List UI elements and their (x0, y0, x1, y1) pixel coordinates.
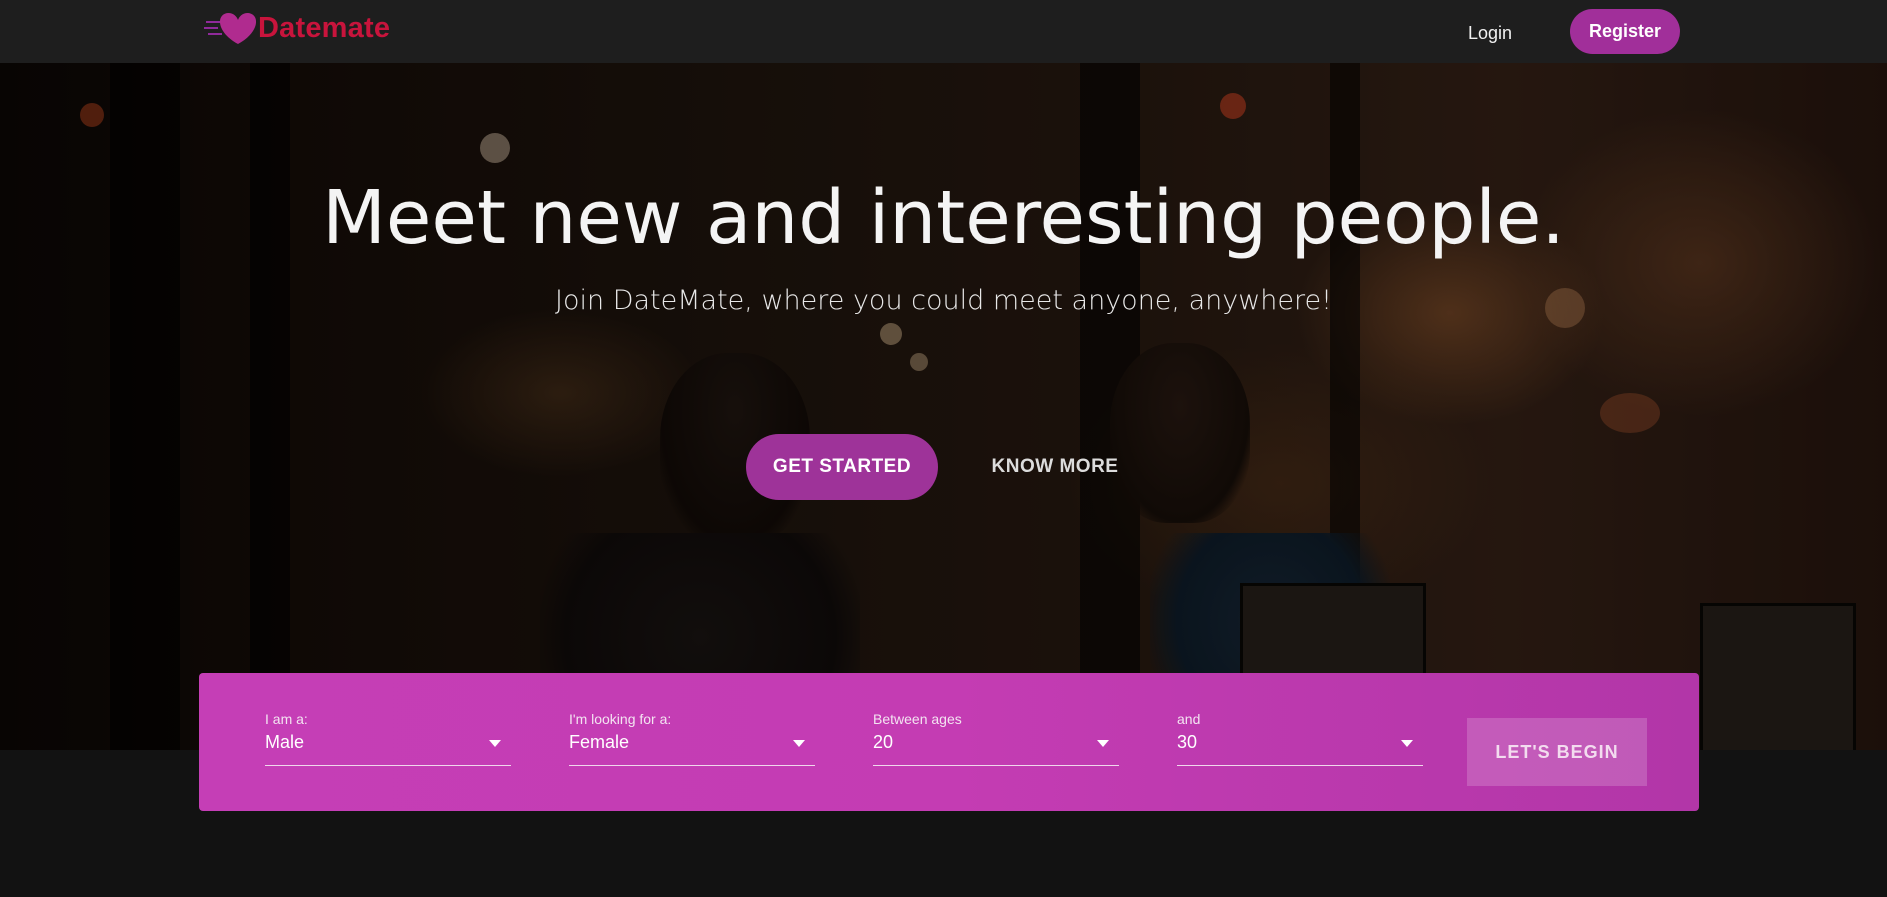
looking-for-value: Female (569, 732, 630, 752)
looking-for-select[interactable]: I'm looking for a: Female (569, 711, 815, 771)
hero-subtitle: Join DateMate, where you could meet anyo… (555, 285, 1332, 316)
hero-overlay (0, 63, 1887, 750)
iam-value: Male (265, 732, 305, 752)
hero-section: Meet new and interesting people. Join Da… (0, 63, 1887, 750)
know-more-button[interactable]: KNOW MORE (980, 434, 1130, 500)
navbar: Datemate Login Register (0, 0, 1887, 63)
age-min-value: 20 (873, 732, 894, 752)
search-panel: I am a: Male I'm looking for a: Female B… (199, 673, 1699, 811)
heart-icon (204, 8, 257, 48)
iam-label: I am a: (265, 711, 308, 727)
login-link[interactable]: Login (1455, 18, 1525, 48)
logo[interactable]: Datemate (204, 8, 390, 48)
field-underline (873, 765, 1119, 766)
get-started-button[interactable]: GET STARTED (746, 434, 938, 500)
chevron-down-icon (489, 740, 501, 747)
looking-for-label: I'm looking for a: (569, 711, 672, 727)
age-max-value: 30 (1177, 732, 1198, 752)
age-max-select[interactable]: and 30 (1177, 711, 1423, 771)
iam-select[interactable]: I am a: Male (265, 711, 511, 771)
field-underline (265, 765, 511, 766)
hero-title: Meet new and interesting people. (322, 175, 1565, 261)
chevron-down-icon (793, 740, 805, 747)
field-underline (569, 765, 815, 766)
age-max-label: and (1177, 711, 1201, 727)
chevron-down-icon (1097, 740, 1109, 747)
field-underline (1177, 765, 1423, 766)
register-button[interactable]: Register (1570, 9, 1680, 54)
logo-text: Datemate (258, 11, 391, 44)
chevron-down-icon (1401, 740, 1413, 747)
lets-begin-button[interactable]: LET'S BEGIN (1467, 718, 1647, 786)
age-min-label: Between ages (873, 711, 962, 727)
age-min-select[interactable]: Between ages 20 (873, 711, 1119, 771)
